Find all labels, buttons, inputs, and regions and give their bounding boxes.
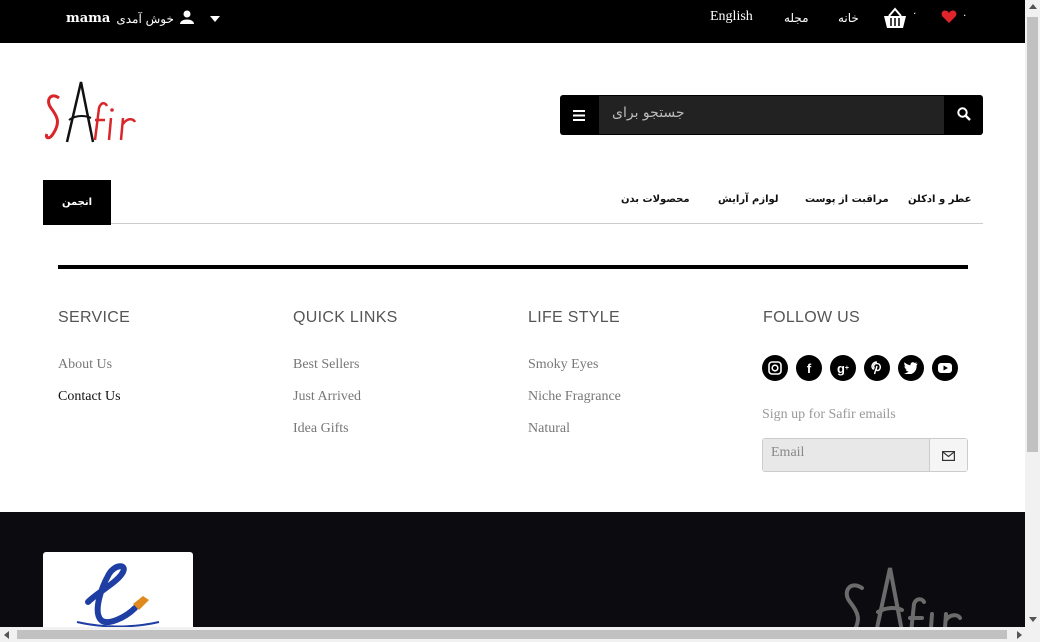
search-bar: جستجو برای — [560, 95, 983, 135]
follow-us-heading: FOLLOW US — [763, 309, 860, 326]
footer-link-smoky-eyes[interactable]: Smoky Eyes — [528, 357, 621, 389]
user-menu[interactable]: mama خوش آمدی — [66, 10, 220, 27]
magazine-link[interactable]: مجله — [784, 11, 809, 25]
google-plus-icon[interactable]: g + — [830, 355, 856, 381]
heart-icon[interactable] — [941, 9, 957, 28]
search-button[interactable] — [944, 95, 983, 135]
category-nav: انجمن محصولات بدن لوازم آرایش مراقبت از … — [43, 180, 983, 225]
nav-item-community[interactable]: انجمن — [43, 180, 111, 225]
service-heading: SERVICE — [58, 309, 131, 326]
vertical-scroll-thumb[interactable] — [1027, 17, 1038, 452]
wishlist-count: ۰ — [962, 10, 968, 21]
language-link[interactable]: English — [710, 9, 753, 25]
hamburger-icon — [573, 106, 585, 125]
footer-link-niche-fragrance[interactable]: Niche Fragrance — [528, 389, 621, 421]
horizontal-scroll-thumb[interactable] — [17, 630, 1007, 639]
footer-link-just-arrived[interactable]: Just Arrived — [293, 389, 398, 421]
vertical-scrollbar[interactable] — [1025, 0, 1040, 627]
footer-link-best-sellers[interactable]: Best Sellers — [293, 357, 398, 389]
footer-link-contact[interactable]: Contact Us — [58, 389, 130, 421]
life-style-column: LIFE STYLE Smoky Eyes Niche Fragrance Na… — [528, 309, 621, 453]
search-icon — [956, 106, 971, 125]
scroll-right-icon[interactable] — [1017, 631, 1022, 639]
social-links: f g + — [762, 355, 958, 381]
footer-link-natural[interactable]: Natural — [528, 421, 621, 453]
instagram-icon[interactable] — [762, 355, 788, 381]
trust-badge[interactable] — [43, 552, 193, 627]
menu-button[interactable] — [560, 95, 598, 135]
search-placeholder: جستجو برای — [612, 105, 685, 121]
cart-count: ۰ — [912, 8, 918, 19]
footer-link-about[interactable]: About Us — [58, 357, 130, 389]
footer-logo — [840, 562, 990, 627]
quick-links-heading: QUICK LINKS — [293, 309, 398, 326]
facebook-icon[interactable]: f — [796, 355, 822, 381]
twitter-icon[interactable] — [898, 355, 924, 381]
service-column: SERVICE About Us Contact Us — [58, 309, 130, 421]
email-submit-button[interactable] — [929, 439, 967, 471]
nav-item-body-products[interactable]: محصولات بدن — [621, 194, 690, 205]
nav-item-perfume[interactable]: عطر و ادکلن — [908, 194, 971, 205]
scroll-down-icon[interactable] — [1029, 617, 1037, 622]
email-field[interactable]: Email — [763, 439, 929, 471]
section-divider — [58, 265, 968, 269]
welcome-text: خوش آمدی — [116, 11, 174, 26]
top-bar: mama خوش آمدی English مجله خانه ۰ ۰ — [0, 0, 1025, 43]
horizontal-scrollbar[interactable] — [0, 627, 1040, 642]
scroll-left-icon[interactable] — [4, 631, 9, 639]
username: mama — [66, 11, 111, 26]
home-link[interactable]: خانه — [838, 11, 859, 25]
footer-band — [0, 512, 1025, 627]
envelope-icon — [942, 446, 956, 465]
follow-us-column: FOLLOW US — [763, 309, 860, 327]
life-style-heading: LIFE STYLE — [528, 309, 620, 326]
pinterest-icon[interactable] — [864, 355, 890, 381]
chevron-down-icon[interactable] — [209, 15, 220, 22]
cart-icon[interactable] — [883, 7, 907, 33]
nav-item-skin-care[interactable]: مراقبت از پوست — [805, 194, 889, 205]
site-logo[interactable] — [45, 78, 145, 148]
newsletter-form: Email — [762, 438, 968, 472]
nav-item-makeup[interactable]: لوازم آرایش — [718, 194, 779, 205]
user-icon — [179, 10, 194, 27]
scroll-up-icon[interactable] — [1029, 4, 1037, 9]
footer-link-idea-gifts[interactable]: Idea Gifts — [293, 421, 398, 453]
youtube-icon[interactable] — [932, 355, 958, 381]
newsletter-signup-text: Sign up for Safir emails — [762, 407, 896, 422]
quick-links-column: QUICK LINKS Best Sellers Just Arrived Id… — [293, 309, 398, 453]
